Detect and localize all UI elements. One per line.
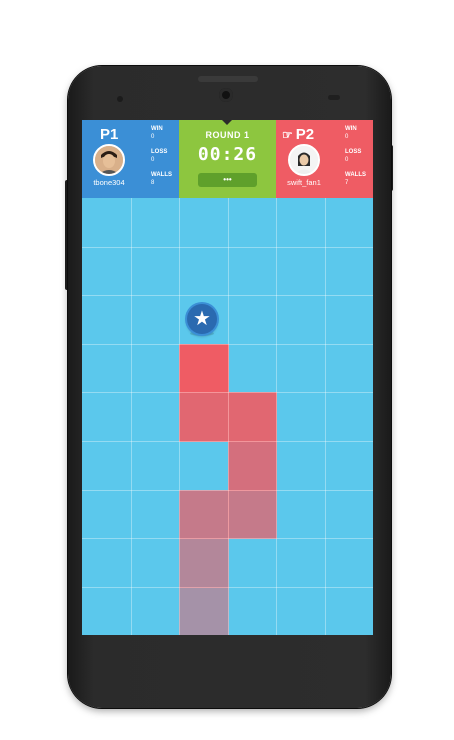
game-board[interactable]: ★ xyxy=(82,198,373,635)
player2-walls-label: WALLS xyxy=(345,172,366,178)
round-timer: 00:26 xyxy=(197,144,258,165)
player2-title: ☞ P2 xyxy=(282,126,314,143)
wall-segment xyxy=(227,392,277,442)
player2-label: P2 xyxy=(295,126,315,143)
grid-line xyxy=(228,198,229,635)
player1-walls-label: WALLS xyxy=(151,172,172,178)
player2-stats: WIN 0 LOSS 0 WALLS 7 xyxy=(345,126,366,195)
round-label: ROUND 1 xyxy=(205,130,250,140)
wall-segment xyxy=(179,586,229,635)
wall-segment xyxy=(227,441,277,491)
light-sensor xyxy=(328,95,340,100)
player1-label: P1 xyxy=(100,126,119,143)
grid-line xyxy=(179,198,180,635)
grid-line xyxy=(82,490,373,491)
wall-segment xyxy=(179,392,229,442)
wall-segment xyxy=(179,489,229,540)
grid-line xyxy=(82,344,373,345)
grid-line xyxy=(325,198,326,635)
scoreboard: P1 tbone304 WIN 0 LOSS 0 WALLS 8 ROUND 1… xyxy=(82,120,373,198)
grid-line xyxy=(82,587,373,588)
player1-panel: P1 tbone304 WIN 0 LOSS 0 WALLS 8 xyxy=(82,120,179,198)
player2-win-label: WIN xyxy=(345,126,357,132)
player2-win-value: 0 xyxy=(345,133,349,140)
wall-segment xyxy=(227,489,277,540)
player2-loss-value: 0 xyxy=(345,156,349,163)
player1-walls-value: 8 xyxy=(151,179,155,186)
more-button[interactable]: ••• xyxy=(198,173,257,187)
grid-line xyxy=(82,538,373,539)
front-camera xyxy=(219,88,233,102)
player2-loss-label: LOSS xyxy=(345,149,362,155)
game-screen: P1 tbone304 WIN 0 LOSS 0 WALLS 8 ROUND 1… xyxy=(82,120,373,635)
grid-line xyxy=(82,295,373,296)
wall-segment xyxy=(179,343,229,394)
player1-win-value: 0 xyxy=(151,133,155,140)
player1-stats: WIN 0 LOSS 0 WALLS 8 xyxy=(151,126,172,195)
player1-loss-value: 0 xyxy=(151,156,155,163)
grid-line xyxy=(82,247,373,248)
player2-avatar[interactable] xyxy=(288,144,320,176)
star-icon[interactable]: ★ xyxy=(187,304,217,334)
notch-indicator xyxy=(222,120,232,125)
player1-loss-label: LOSS xyxy=(151,149,168,155)
grid-line xyxy=(131,198,132,635)
player2-username: swift_fan1 xyxy=(287,178,321,187)
player2-walls-value: 7 xyxy=(345,179,349,186)
player1-win-label: WIN xyxy=(151,126,163,132)
earpiece xyxy=(198,76,258,82)
pointing-hand-icon: ☞ xyxy=(282,128,293,142)
wall-segment xyxy=(179,538,229,588)
grid-line xyxy=(82,441,373,442)
grid-line xyxy=(276,198,277,635)
player1-username: tbone304 xyxy=(93,178,125,187)
proximity-sensor xyxy=(117,96,123,102)
player2-panel: ☞ P2 swift_fan1 WIN 0 LOSS 0 WALLS 7 xyxy=(276,120,373,198)
grid-line xyxy=(82,392,373,393)
player1-avatar[interactable] xyxy=(93,144,125,176)
round-panel: ROUND 1 00:26 ••• xyxy=(179,120,276,198)
